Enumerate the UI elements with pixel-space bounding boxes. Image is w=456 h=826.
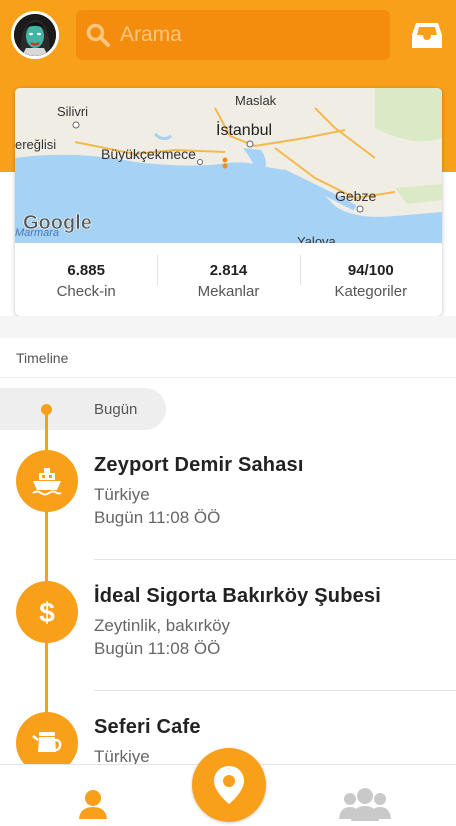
inbox-icon[interactable] <box>410 18 444 52</box>
avatar[interactable] <box>11 11 59 59</box>
map-label-maslak: Maslak <box>235 93 277 108</box>
map-label-buyukcekmece: Büyükçekmece <box>101 146 196 162</box>
stats-card: Silivri Maslak İstanbul ereğlisi Büyükçe… <box>15 88 442 316</box>
timeline-header: Timeline <box>0 338 456 378</box>
stat-label: Kategoriler <box>334 282 408 300</box>
stat-value: 2.814 <box>209 261 248 279</box>
stat-categories[interactable]: 94/100 Kategoriler <box>299 245 442 316</box>
dollar-icon: $ <box>16 581 78 643</box>
map-label-istanbul: İstanbul <box>216 120 272 139</box>
venue-name: Zeyport Demir Sahası <box>94 454 304 476</box>
venue-location: Türkiye <box>94 485 150 504</box>
timeline-item[interactable]: Zeyport Demir Sahası Türkiye Bugün 11:08… <box>0 430 456 560</box>
svg-text:$: $ <box>39 597 55 628</box>
map-label-silivri: Silivri <box>57 104 88 119</box>
section-gap <box>0 316 456 338</box>
stat-checkins[interactable]: 6.885 Check-in <box>15 245 157 316</box>
ship-icon <box>16 450 78 512</box>
divider <box>94 559 456 560</box>
search-input[interactable] <box>120 23 370 47</box>
day-label: Bugün <box>94 401 138 418</box>
google-logo: Google <box>23 212 92 234</box>
avatar-image <box>14 14 56 56</box>
stat-value: 6.885 <box>67 261 105 279</box>
map-label-yalova: Yalova <box>297 234 337 243</box>
location-pin-icon <box>214 766 244 804</box>
profile-tab-icon[interactable] <box>74 785 112 823</box>
map[interactable]: Silivri Maslak İstanbul ereğlisi Büyükçe… <box>15 88 442 249</box>
venue-name: Seferi Cafe <box>94 716 201 738</box>
stats-row: 6.885 Check-in 2.814 Mekanlar 94/100 Kat… <box>15 245 442 316</box>
timeline-item[interactable]: $ İdeal Sigorta Bakırköy Şubesi Zeytinli… <box>0 561 456 691</box>
search-bar[interactable] <box>76 10 390 60</box>
search-icon <box>76 22 120 48</box>
checkin-time: Bugün 11:08 ÖÖ <box>94 639 221 658</box>
stat-venues[interactable]: 2.814 Mekanlar <box>157 245 299 316</box>
stat-label: Check-in <box>56 282 116 300</box>
venue-location: Zeytinlik, bakırköy <box>94 616 231 635</box>
venue-name: İdeal Sigorta Bakırköy Şubesi <box>94 585 382 607</box>
divider <box>94 690 456 691</box>
checkin-time: Bugün 11:08 ÖÖ <box>94 508 221 527</box>
timeline-title: Timeline <box>16 350 69 366</box>
stat-label: Mekanlar <box>197 282 260 300</box>
friends-tab-icon[interactable] <box>338 785 392 823</box>
checkin-button[interactable] <box>192 748 266 822</box>
stat-value: 94/100 <box>347 261 394 279</box>
map-label-eregli: ereğlisi <box>15 137 56 152</box>
day-pill <box>0 388 166 430</box>
map-label-gebze: Gebze <box>335 188 376 204</box>
day-dot <box>41 404 52 415</box>
